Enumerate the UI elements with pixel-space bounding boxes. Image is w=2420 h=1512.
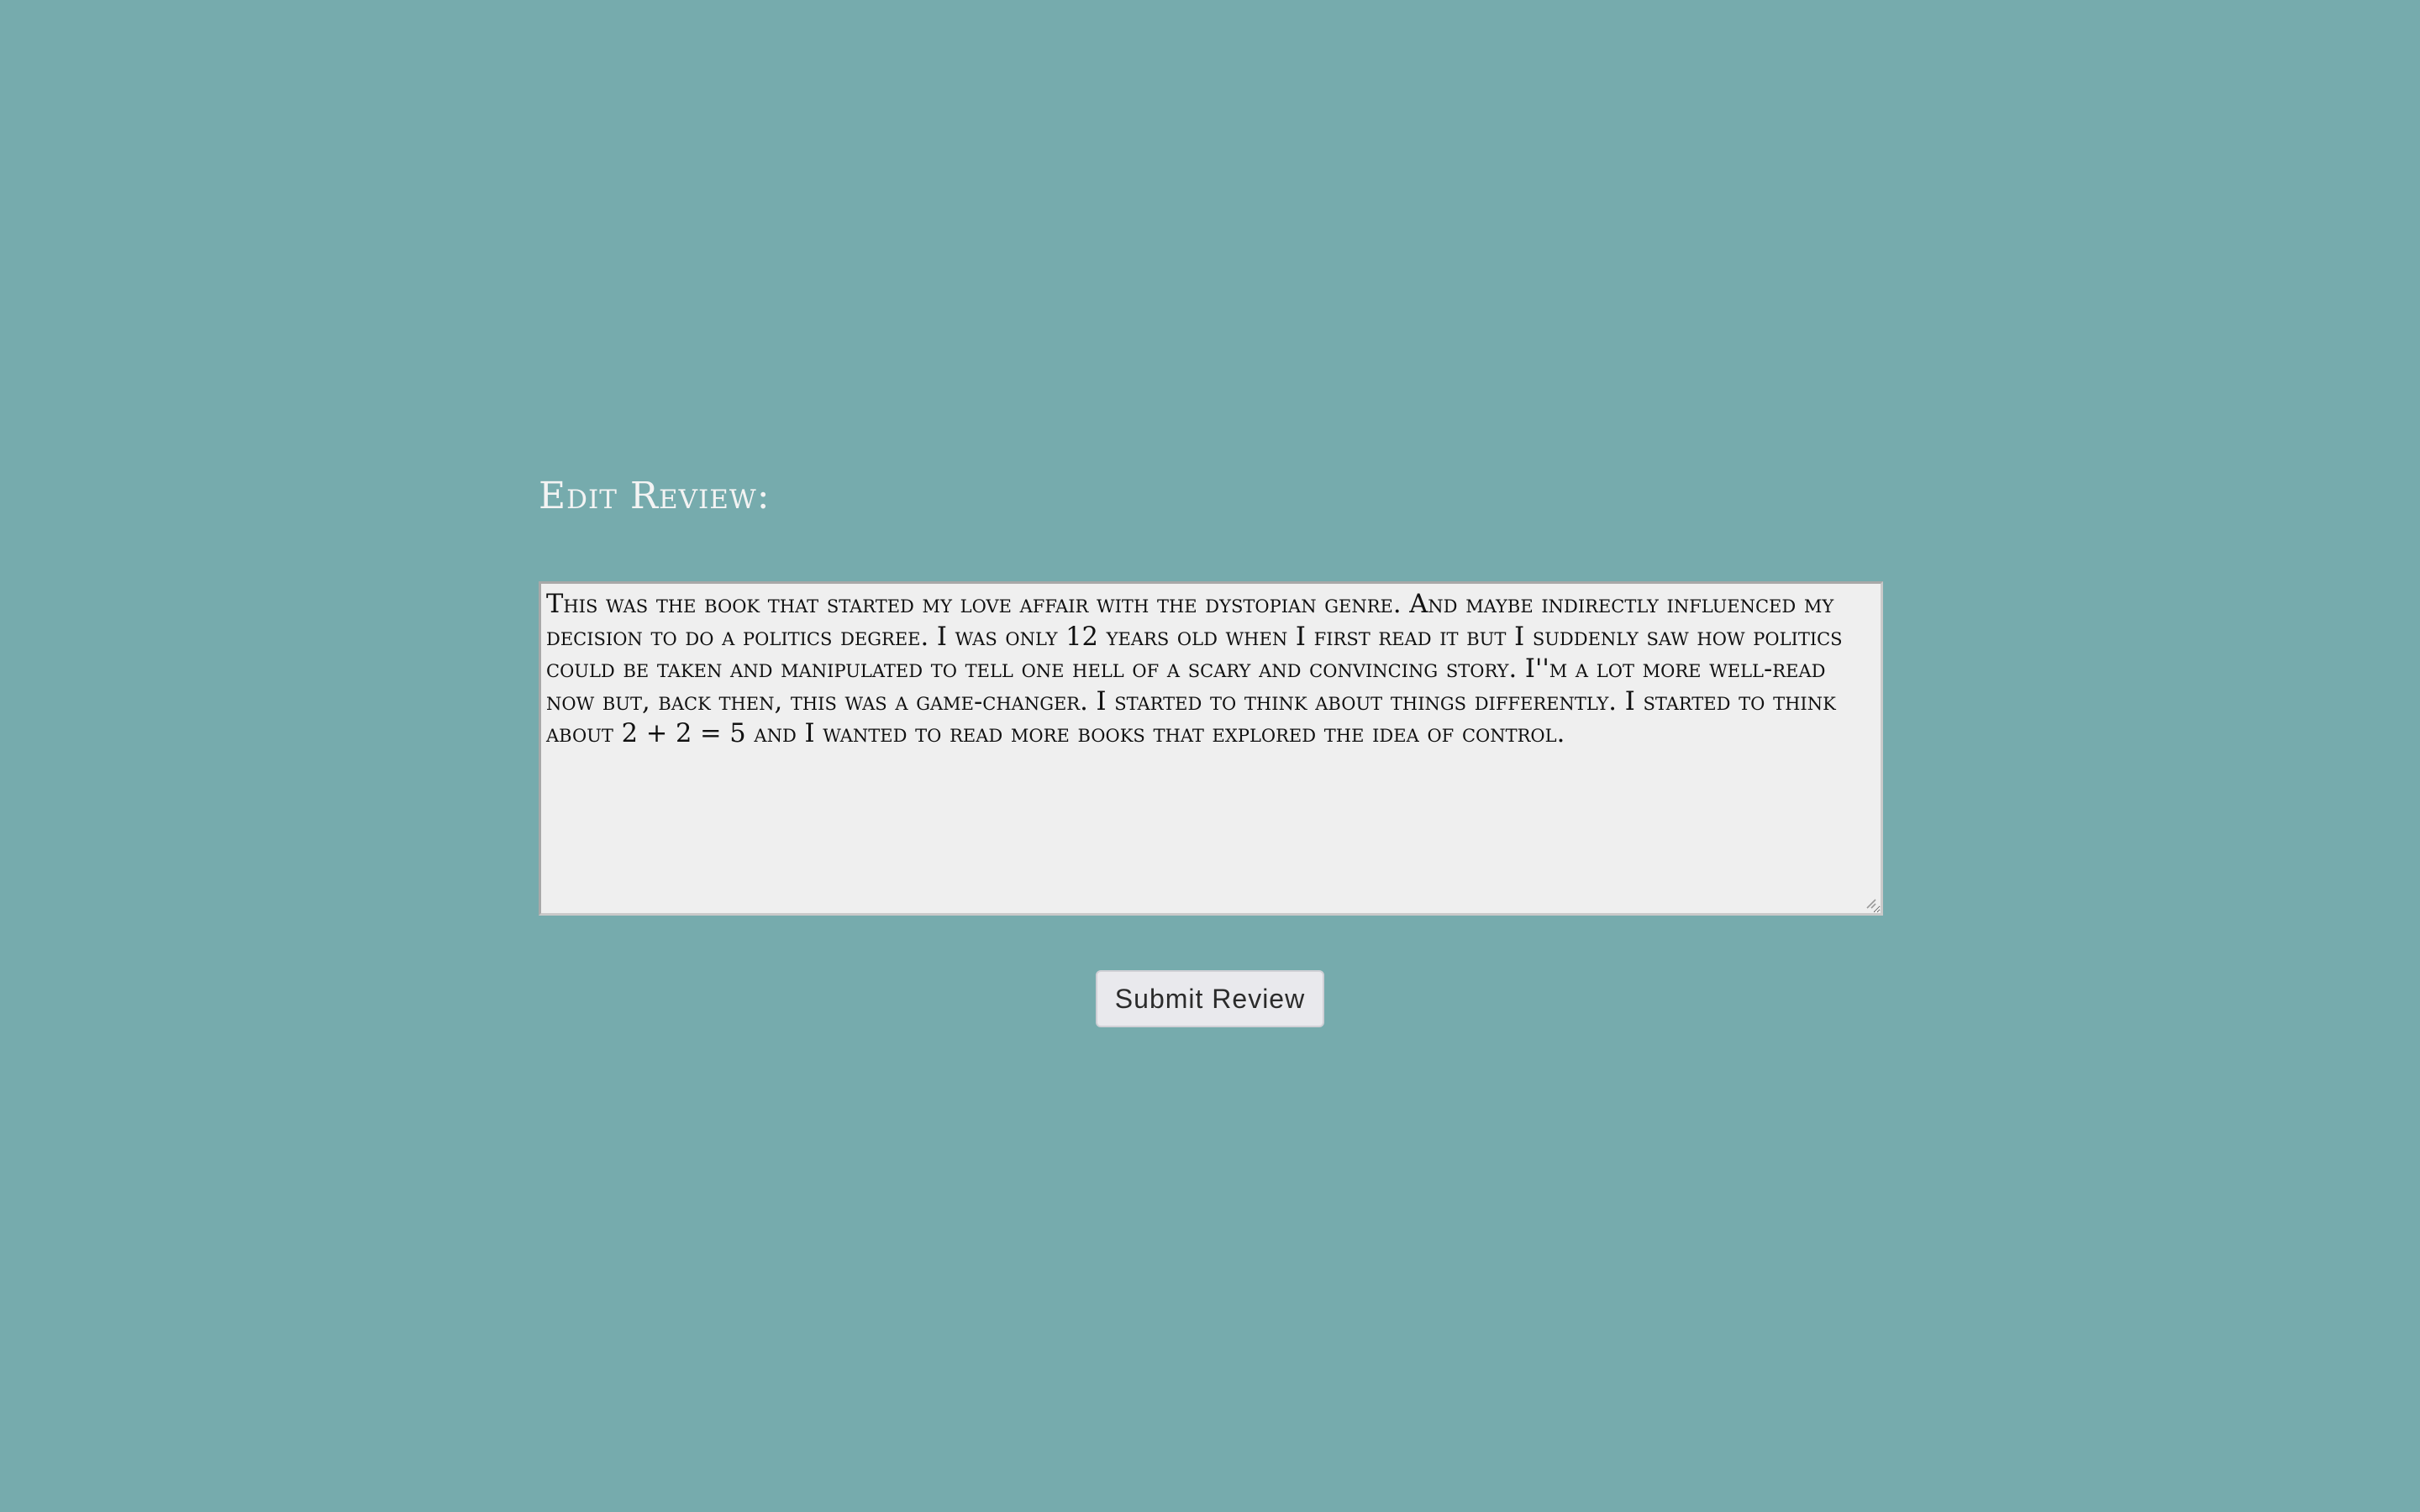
page-title: Edit Review:: [539, 475, 771, 517]
edit-review-form: Edit Review: This was the book that star…: [539, 470, 1883, 1027]
review-textarea[interactable]: This was the book that started my love a…: [539, 581, 1883, 916]
submit-review-button[interactable]: Submit Review: [1096, 970, 1324, 1027]
